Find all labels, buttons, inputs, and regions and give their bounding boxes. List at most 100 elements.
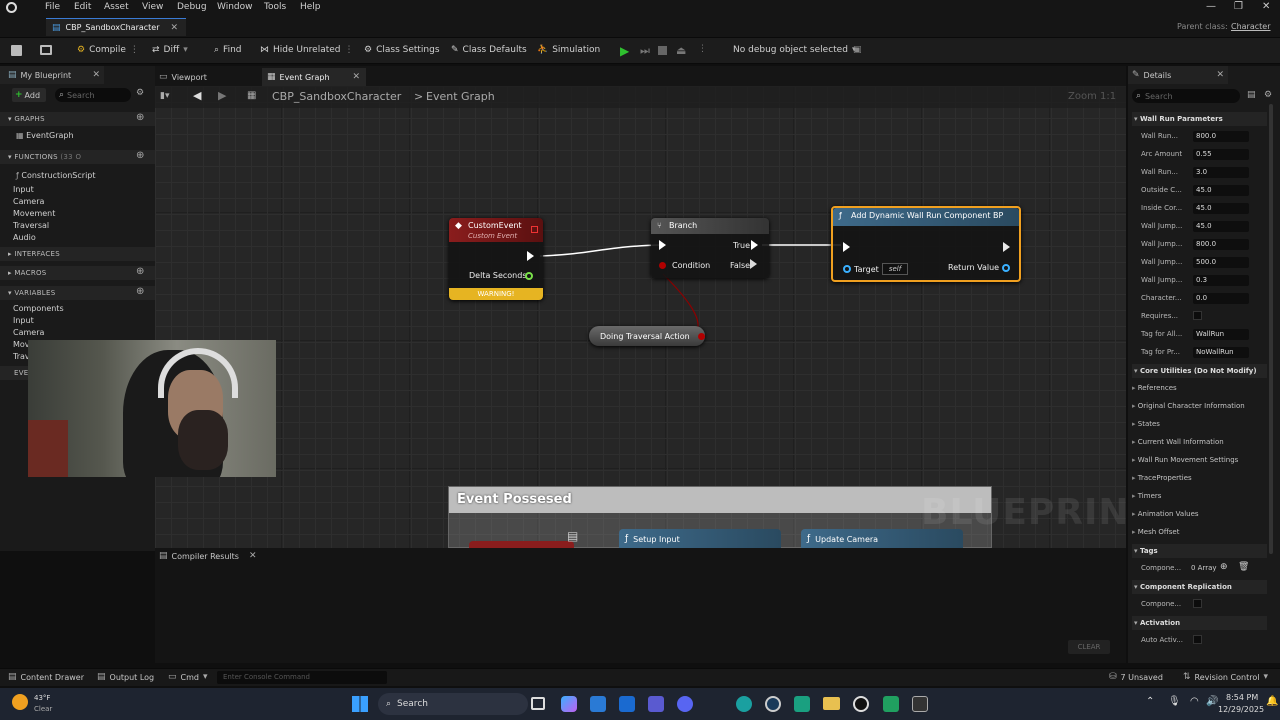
taskbar-search[interactable]: ⌕ Search (378, 693, 528, 715)
variable-category-components[interactable]: Components (13, 304, 64, 313)
close-tab-icon[interactable]: ✕ (352, 72, 360, 82)
compiler-results-tab[interactable]: ▤ Compiler Results ✕ (155, 548, 259, 564)
event-graph-tab[interactable]: ▦ Event Graph ✕ (262, 68, 366, 86)
branch-false-pin[interactable] (750, 259, 757, 269)
stop-icon[interactable] (658, 46, 667, 55)
browse-icon[interactable] (40, 45, 52, 55)
bookmark-icon[interactable]: ▮▾ (160, 91, 169, 101)
close-panel-icon[interactable]: ✕ (92, 70, 100, 80)
volume-icon[interactable]: 🔊 (1206, 696, 1218, 707)
details-scrollbar[interactable] (1269, 104, 1273, 554)
menu-file[interactable]: File (45, 2, 60, 12)
step-icon[interactable]: ⏭ (640, 44, 650, 58)
app-icon[interactable] (912, 696, 928, 712)
category-current-wall-information[interactable]: Current Wall Information (1132, 438, 1224, 446)
weather-icon[interactable] (12, 694, 28, 710)
details-search-input[interactable]: ⌕ Search (1132, 89, 1240, 103)
menu-window[interactable]: Window (217, 2, 253, 12)
file-explorer-icon[interactable] (823, 697, 840, 710)
clear-button[interactable]: CLEAR (1068, 640, 1110, 654)
function-category-audio[interactable]: Audio (13, 233, 36, 242)
tag-all-value[interactable]: WallRun (1193, 329, 1249, 340)
replicates-checkbox[interactable] (1193, 599, 1202, 608)
teams-icon[interactable] (648, 696, 664, 712)
tags-section[interactable]: Tags (1132, 544, 1267, 558)
breadcrumb-root[interactable]: CBP_SandboxCharacter (272, 90, 401, 103)
auto-activate-checkbox[interactable] (1193, 635, 1202, 644)
find-button[interactable]: ⌕ Find (214, 45, 242, 55)
add-component-exec-in-pin[interactable] (843, 242, 850, 252)
category-trace-properties[interactable]: TraceProperties (1132, 474, 1192, 482)
add-variable-icon[interactable]: ⊕ (136, 286, 144, 297)
graphs-section[interactable]: ▾ GRAPHS (0, 112, 155, 126)
function-category-movement[interactable]: Movement (13, 209, 55, 218)
simulation-button[interactable]: ⛹ Simulation (537, 45, 600, 55)
activation-section[interactable]: Activation (1132, 616, 1267, 630)
clock-time[interactable]: 8:54 PM (1226, 693, 1258, 702)
category-wall-run-movement-settings[interactable]: Wall Run Movement Settings (1132, 456, 1239, 464)
category-states[interactable]: States (1132, 420, 1160, 428)
viewport-tab[interactable]: ▭ Viewport (155, 68, 259, 86)
add-component-node[interactable]: ƒ Add Dynamic Wall Run Component BP Targ… (831, 206, 1021, 282)
hide-unrelated-button[interactable]: ⋈ Hide Unrelated ⋮ (260, 45, 354, 55)
add-function-icon[interactable]: ⊕ (136, 150, 144, 161)
clock-date[interactable]: 12/29/2025 (1218, 705, 1264, 714)
close-tab-icon[interactable]: ✕ (249, 551, 257, 561)
maximize-icon[interactable]: ❐ (1234, 1, 1243, 12)
microphone-icon[interactable]: 🎙 (1168, 696, 1181, 707)
variable-category-input[interactable]: Input (13, 316, 34, 325)
unreal-logo-icon[interactable] (6, 2, 17, 13)
category-references[interactable]: References (1132, 384, 1177, 392)
branch-exec-in-pin[interactable] (659, 240, 666, 250)
property-value[interactable]: 800.0 (1193, 239, 1249, 250)
property-value[interactable]: 45.0 (1193, 203, 1249, 214)
wall-run-parameters-section[interactable]: Wall Run Parameters (1132, 112, 1267, 126)
branch-true-pin[interactable] (751, 240, 758, 250)
return-value-pin[interactable] (1002, 264, 1010, 272)
add-element-icon[interactable]: ⊕ (1220, 562, 1228, 572)
copilot-icon[interactable] (561, 696, 577, 712)
back-arrow-icon[interactable]: ◀ (193, 89, 201, 102)
menu-help[interactable]: Help (300, 2, 321, 12)
forward-arrow-icon[interactable]: ▶ (218, 89, 226, 102)
property-value[interactable]: 45.0 (1193, 185, 1249, 196)
category-original-character-information[interactable]: Original Character Information (1132, 402, 1245, 410)
output-log-button[interactable]: ▤ Output Log (97, 672, 154, 682)
debug-filter-icon[interactable]: ▣ (853, 45, 862, 55)
eject-icon[interactable]: ⏏ (676, 44, 686, 57)
save-icon[interactable] (11, 45, 22, 56)
unsaved-button[interactable]: ⛁ 7 Unsaved (1109, 672, 1163, 682)
category-timers[interactable]: Timers (1132, 492, 1162, 500)
store-icon[interactable] (590, 696, 606, 712)
menu-asset[interactable]: Asset (104, 2, 129, 12)
trash-icon[interactable]: 🗑 (1238, 562, 1249, 572)
category-animation-values[interactable]: Animation Values (1132, 510, 1199, 518)
console-input[interactable]: Enter Console Command (217, 671, 387, 684)
event-graph-item[interactable]: ▦ EventGraph (16, 131, 74, 140)
target-pin[interactable] (843, 265, 851, 273)
play-icon[interactable]: ▶ (620, 44, 629, 58)
close-icon[interactable]: ✕ (1262, 1, 1270, 12)
diff-button[interactable]: ⇄ Diff ▾ (152, 45, 188, 55)
task-view-icon[interactable] (531, 697, 545, 710)
menu-tools[interactable]: Tools (264, 2, 286, 12)
add-component-exec-out-pin[interactable] (1003, 242, 1010, 252)
parent-class-link[interactable]: Character (1231, 22, 1271, 31)
property-value[interactable]: 45.0 (1193, 221, 1249, 232)
menu-debug[interactable]: Debug (177, 2, 207, 12)
property-value[interactable]: 0.55 (1193, 149, 1249, 160)
property-value[interactable]: 0.3 (1193, 275, 1249, 286)
property-value[interactable]: 500.0 (1193, 257, 1249, 268)
minimize-icon[interactable]: — (1206, 1, 1216, 12)
wifi-icon[interactable]: ◠ (1190, 696, 1199, 707)
construction-script-item[interactable]: ƒ ConstructionScript (16, 171, 96, 180)
discord-icon[interactable] (677, 696, 693, 712)
comment-box[interactable]: Event Possesed ▤ ƒ Setup Input ƒ Update … (448, 486, 992, 548)
graph-canvas[interactable]: ◆ CustomEvent Custom Event Delta Seconds… (155, 86, 1126, 548)
condition-pin[interactable] (659, 262, 666, 269)
close-tab-icon[interactable]: ✕ (171, 23, 179, 33)
details-tab[interactable]: ✎ Details ✕ (1128, 66, 1228, 84)
traversal-variable-node[interactable]: Doing Traversal Action (589, 326, 705, 346)
function-category-traversal[interactable]: Traversal (13, 221, 49, 230)
property-value[interactable]: 0.0 (1193, 293, 1249, 304)
